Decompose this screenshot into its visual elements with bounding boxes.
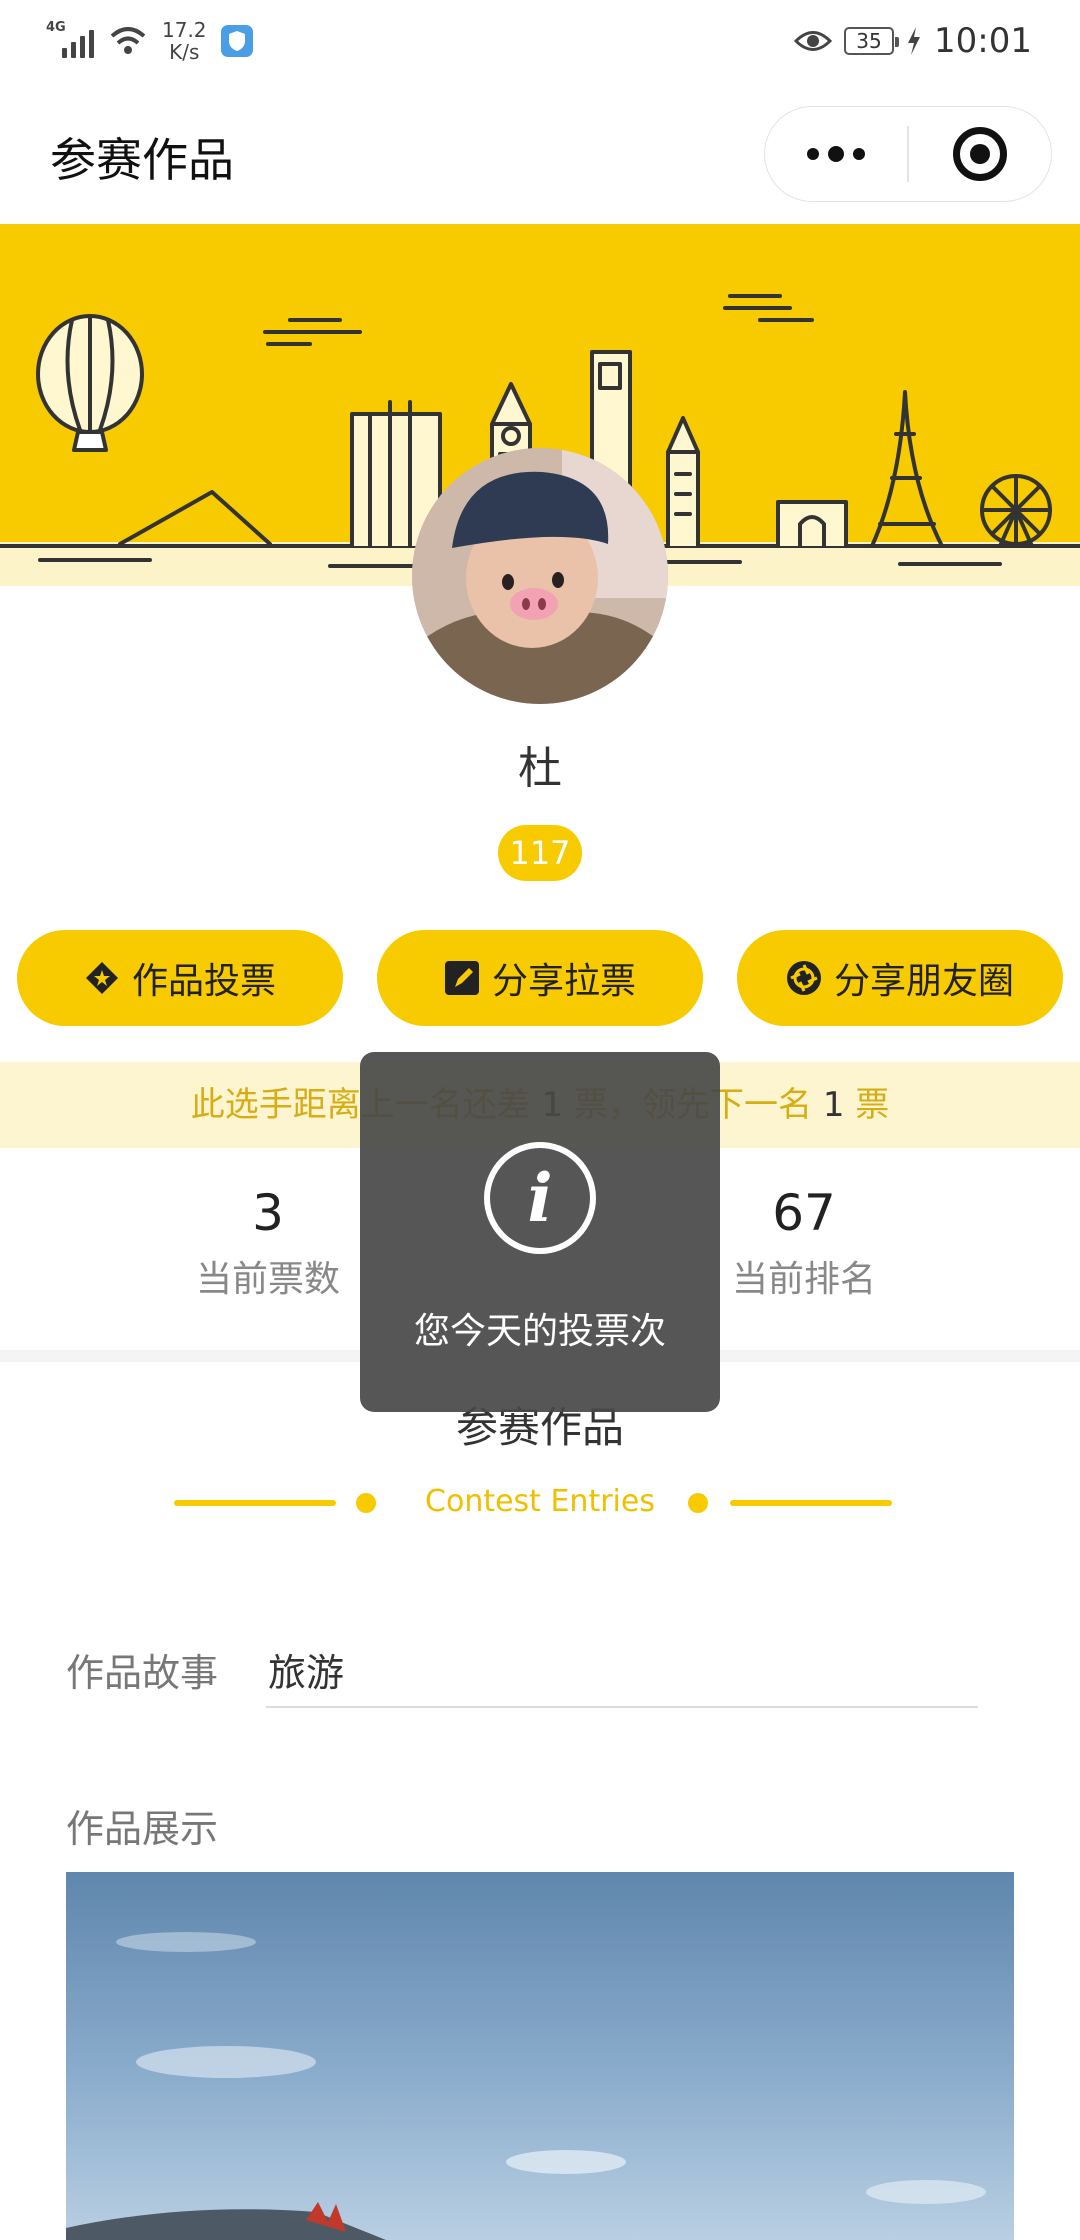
status-bar: 4G 17.2 K/s 35 10:01 <box>0 0 1080 80</box>
vote-icon <box>84 960 120 996</box>
story-row: 作品故事 旅游 <box>66 1638 980 1710</box>
clock: 10:01 <box>934 21 1032 61</box>
network-speed: 17.2 K/s <box>162 19 207 63</box>
more-button[interactable] <box>765 107 907 201</box>
more-dots-icon <box>807 146 865 162</box>
subtitle-dot-right <box>688 1493 708 1513</box>
contestant-name: 杜 <box>518 743 562 794</box>
entry-photo[interactable] <box>66 1872 1014 2240</box>
share-canvass-button[interactable]: 分享拉票 <box>377 930 703 1026</box>
network-type: 4G <box>46 20 66 35</box>
avatar[interactable] <box>412 448 668 704</box>
contestant-number-badge: 117 <box>498 825 582 881</box>
camera-shutter-icon <box>786 960 822 996</box>
toast-dialog: i 您今天的投票次 <box>360 1052 720 1412</box>
section-subtitle-row: Contest Entries <box>0 1480 1080 1524</box>
gap-text-3: 票 <box>844 1085 890 1125</box>
share-moments-button[interactable]: 分享朋友圈 <box>737 930 1063 1026</box>
toast-message: 您今天的投票次 <box>413 1311 666 1352</box>
section-subtitle: Contest Entries <box>425 1484 655 1519</box>
shield-icon <box>220 25 253 57</box>
share-moments-label: 分享朋友圈 <box>833 961 1014 1002</box>
target-circle-icon <box>953 127 1007 181</box>
eye-icon <box>794 31 833 51</box>
edit-share-icon <box>444 960 480 996</box>
page-title: 参赛作品 <box>50 133 234 187</box>
signal-icon: 4G <box>46 20 94 58</box>
story-label: 作品故事 <box>66 1651 219 1695</box>
showcase-label: 作品展示 <box>66 1807 219 1851</box>
status-right: 35 10:01 <box>794 18 1032 64</box>
mini-program-capsule <box>764 106 1052 202</box>
vote-button[interactable]: 作品投票 <box>17 930 343 1026</box>
charging-icon <box>908 27 921 55</box>
story-underline <box>266 1706 978 1708</box>
info-icon: i <box>484 1142 596 1254</box>
status-left: 4G 17.2 K/s <box>46 16 253 66</box>
wifi-icon <box>108 24 148 58</box>
share-canvass-label: 分享拉票 <box>491 961 636 1002</box>
close-button[interactable] <box>909 107 1051 201</box>
action-buttons: 作品投票 分享拉票 分享朋友圈 <box>17 930 1063 1026</box>
story-value: 旅游 <box>268 1651 345 1695</box>
speed-unit: K/s <box>169 40 200 64</box>
speed-value: 17.2 <box>162 18 207 42</box>
votes-ahead: 1 <box>822 1085 845 1125</box>
vote-button-label: 作品投票 <box>131 961 276 1002</box>
subtitle-line-right <box>730 1500 892 1506</box>
battery-indicator: 35 <box>844 27 900 55</box>
nav-bar: 参赛作品 <box>0 80 1080 224</box>
